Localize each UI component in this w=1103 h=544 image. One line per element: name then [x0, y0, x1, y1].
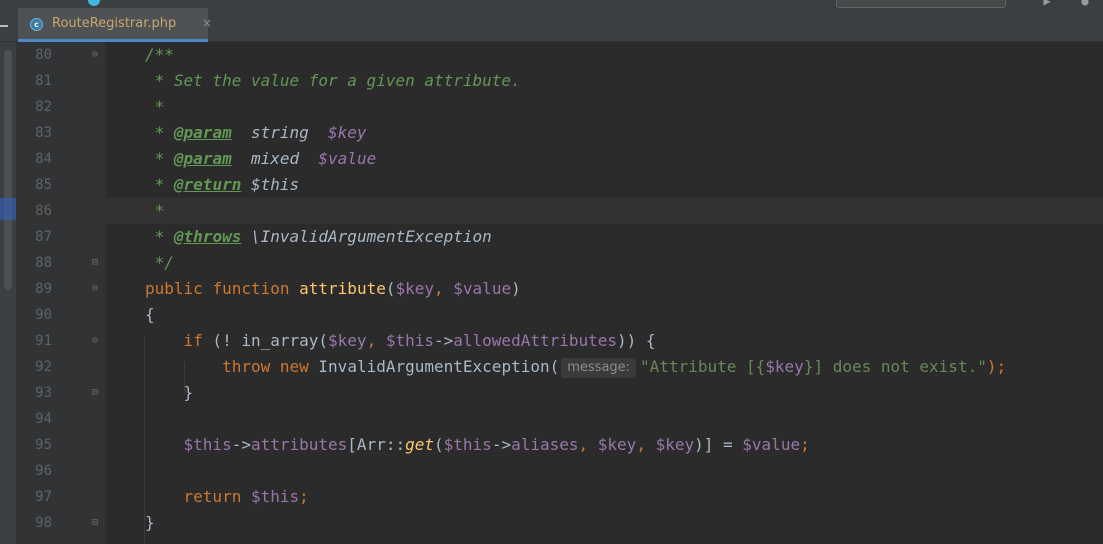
code-line[interactable]: 82 *: [16, 94, 1103, 120]
code-line[interactable]: 94: [16, 406, 1103, 432]
line-number: 87: [35, 229, 52, 245]
debug-icon[interactable]: ●: [1078, 0, 1092, 7]
line-number: 98: [35, 515, 52, 531]
line-number: 95: [35, 437, 52, 453]
code-line[interactable]: 95 $this->attributes[Arr::get($this->ali…: [16, 432, 1103, 458]
line-number: 81: [35, 73, 52, 89]
code-text: * @return $this: [145, 175, 300, 194]
code-text: */: [145, 253, 174, 272]
minimize-icon[interactable]: [0, 25, 8, 27]
fold-icon[interactable]: ⊖: [90, 335, 100, 346]
code-line[interactable]: 89 ⊖ public function attribute($key, $va…: [16, 276, 1103, 302]
line-number: 97: [35, 489, 52, 505]
code-text: }: [183, 383, 194, 402]
code-text: {: [145, 305, 155, 324]
code-line[interactable]: 96: [16, 458, 1103, 484]
code-text: * @param mixed $value: [145, 149, 377, 168]
code-line[interactable]: 85 * @return $this: [16, 172, 1103, 198]
parameter-hint: message:: [561, 358, 637, 378]
code-text: * Set the value for a given attribute.: [145, 71, 521, 90]
fold-end-icon[interactable]: ⊟: [90, 257, 100, 268]
code-text: public function attribute($key, $value): [145, 279, 521, 298]
code-text: /**: [145, 45, 174, 64]
line-number: 93: [35, 385, 52, 401]
code-line[interactable]: 97 return $this;: [16, 484, 1103, 510]
tab-label: RouteRegistrar.php: [52, 16, 177, 31]
line-number: 85: [35, 177, 52, 193]
search-input[interactable]: [836, 0, 1006, 8]
line-number: 89: [35, 281, 52, 297]
code-text: throw new InvalidArgumentException(messa…: [222, 357, 1007, 378]
ide-window: ▶ ● c RouteRegistrar.php × 80 ⊖ /** 81 *: [0, 0, 1103, 544]
line-number: 91: [35, 333, 52, 349]
line-number: 90: [35, 307, 52, 323]
code-text: return $this;: [183, 487, 309, 506]
code-line[interactable]: 80 ⊖ /**: [16, 42, 1103, 68]
code-text: }: [145, 513, 155, 532]
code-line[interactable]: 91 ⊖ if (! in_array($key, $this->allowed…: [16, 328, 1103, 354]
code-line[interactable]: 92 throw new InvalidArgumentException(me…: [16, 354, 1103, 380]
code-line[interactable]: 88 ⊟ */: [16, 250, 1103, 276]
tab-route-registrar[interactable]: c RouteRegistrar.php ×: [18, 8, 212, 42]
code-line[interactable]: 98 ⊟ }: [16, 510, 1103, 536]
navigation-bar: ▶ ●: [0, 0, 1103, 8]
run-icon[interactable]: ▶: [1040, 0, 1054, 7]
code-text: $this->attributes[Arr::get($this->aliase…: [183, 435, 810, 454]
line-number: 92: [35, 359, 52, 375]
line-number: 82: [35, 99, 52, 115]
scrollbar[interactable]: [4, 50, 12, 290]
code-text: *: [145, 97, 165, 116]
code-text: if (! in_array($key, $this->allowedAttri…: [183, 331, 656, 350]
close-icon[interactable]: ×: [202, 16, 212, 30]
code-text: *: [145, 201, 165, 220]
line-number: 83: [35, 125, 52, 141]
tool-window-strip: [0, 42, 16, 544]
code-text: * @param string $key: [145, 123, 367, 142]
code-line[interactable]: 93 ⊟ }: [16, 380, 1103, 406]
fold-end-icon[interactable]: ⊟: [90, 517, 100, 528]
code-line[interactable]: 81 * Set the value for a given attribute…: [16, 68, 1103, 94]
code-line-current[interactable]: 86 *: [16, 198, 1103, 224]
fold-icon[interactable]: ⊖: [90, 49, 100, 60]
line-number: 80: [35, 47, 52, 63]
code-editor[interactable]: 80 ⊖ /** 81 * Set the value for a given …: [0, 42, 1103, 544]
editor-tab-bar: c RouteRegistrar.php ×: [0, 8, 1103, 42]
code-line[interactable]: 87 * @throws \InvalidArgumentException: [16, 224, 1103, 250]
selection-marker: [0, 198, 16, 220]
fold-icon[interactable]: ⊖: [90, 283, 100, 294]
line-number: 86: [35, 203, 52, 219]
line-number: 96: [35, 463, 52, 479]
line-number: 94: [35, 411, 52, 427]
php-class-icon: c: [30, 18, 43, 31]
line-number: 84: [35, 151, 52, 167]
code-line[interactable]: 83 * @param string $key: [16, 120, 1103, 146]
code-line[interactable]: 90 {: [16, 302, 1103, 328]
code-line[interactable]: 84 * @param mixed $value: [16, 146, 1103, 172]
line-number: 88: [35, 255, 52, 271]
fold-end-icon[interactable]: ⊟: [90, 387, 100, 398]
code-text: * @throws \InvalidArgumentException: [145, 227, 492, 246]
php-class-icon: [88, 0, 100, 6]
